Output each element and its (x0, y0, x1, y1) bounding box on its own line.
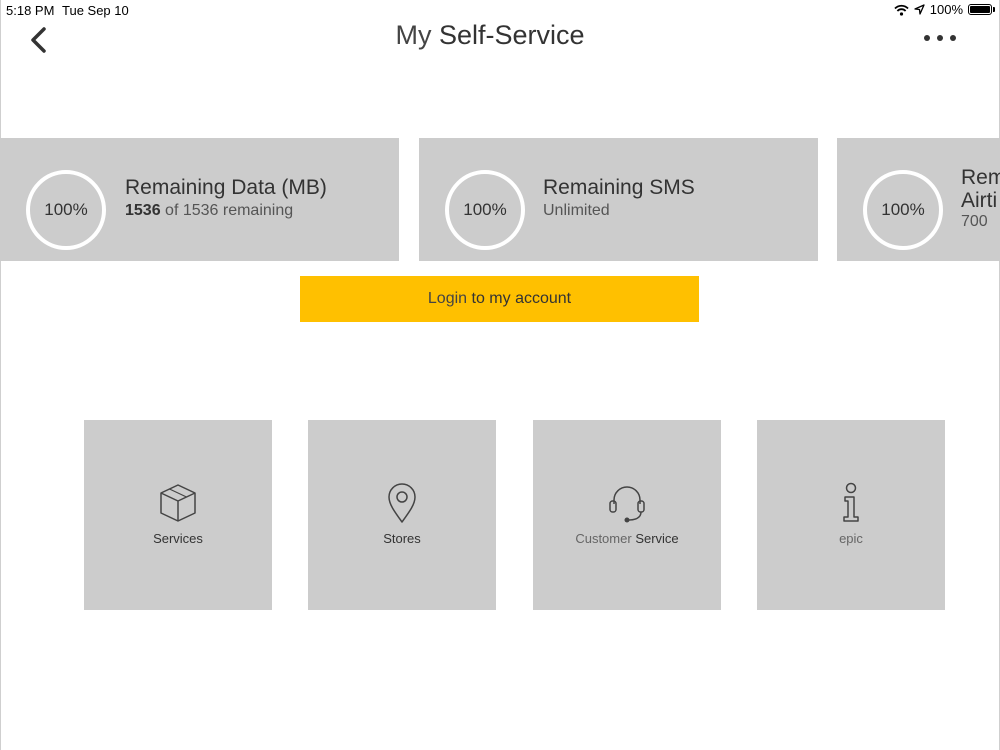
login-button[interactable]: Login to my account (300, 276, 699, 322)
tile-label: epic (839, 531, 863, 546)
login-label-strong: to my account (471, 290, 572, 307)
progress-ring: 100% (26, 170, 106, 250)
more-dots-icon (924, 35, 956, 41)
wifi-icon (894, 4, 909, 16)
tile-label: Customer Service (533, 531, 721, 546)
remaining-amount: 1536 (125, 202, 161, 219)
tile-label: Services (153, 531, 203, 546)
frame-left-border (0, 0, 1, 750)
card-title-line1: Rem (961, 166, 1000, 189)
info-icon (843, 482, 859, 522)
status-indicators: 100% (894, 2, 995, 17)
title-prefix: My (395, 20, 432, 50)
tile-label-strong: Service (635, 531, 679, 546)
card-remaining-sms[interactable]: 100% Remaining SMS Unlimited (419, 138, 818, 261)
remaining-text: of 1536 remaining (165, 202, 294, 219)
card-subtitle: 700 (961, 213, 988, 230)
title-bold: Self-Service (438, 20, 585, 50)
tile-services[interactable]: Services (84, 420, 272, 610)
battery-icon (968, 4, 995, 15)
box-icon (160, 484, 196, 522)
headset-icon (609, 486, 645, 523)
card-subtitle: 1536 of 1536 remaining (125, 202, 293, 220)
progress-ring: 100% (445, 170, 525, 250)
tile-label: Stores (383, 531, 421, 546)
location-pin-icon (388, 483, 416, 523)
card-title: Remaining Data (MB) (125, 176, 327, 199)
card-title-line2: Airti (961, 189, 998, 212)
more-options-button[interactable] (922, 30, 958, 46)
status-date: Tue Sep 10 (62, 3, 129, 18)
page-title: My Self-Service (0, 20, 980, 51)
login-label-light: Login (427, 290, 468, 307)
tile-label-light: Customer (575, 531, 632, 546)
card-remaining-data[interactable]: 100% Remaining Data (MB) 1536 of 1536 re… (0, 138, 399, 261)
card-subtitle: Unlimited (543, 202, 610, 219)
balance-carousel[interactable]: 100% Remaining Data (MB) 1536 of 1536 re… (0, 138, 1000, 261)
status-bar: 5:18 PM Tue Sep 10 100% (0, 0, 1000, 20)
card-title: Remaining SMS (543, 176, 695, 199)
tile-customer-service[interactable]: Customer Service (533, 420, 721, 610)
progress-ring: 100% (863, 170, 943, 250)
card-title: Rem Airti (961, 166, 1000, 212)
card-remaining-airtime[interactable]: 100% Rem Airti 700 (837, 138, 1000, 261)
status-time: 5:18 PM (6, 3, 55, 18)
tile-epic[interactable]: epic (757, 420, 945, 610)
tile-stores[interactable]: Stores (308, 420, 496, 610)
battery-percent: 100% (929, 2, 963, 17)
location-arrow-icon (914, 4, 925, 15)
